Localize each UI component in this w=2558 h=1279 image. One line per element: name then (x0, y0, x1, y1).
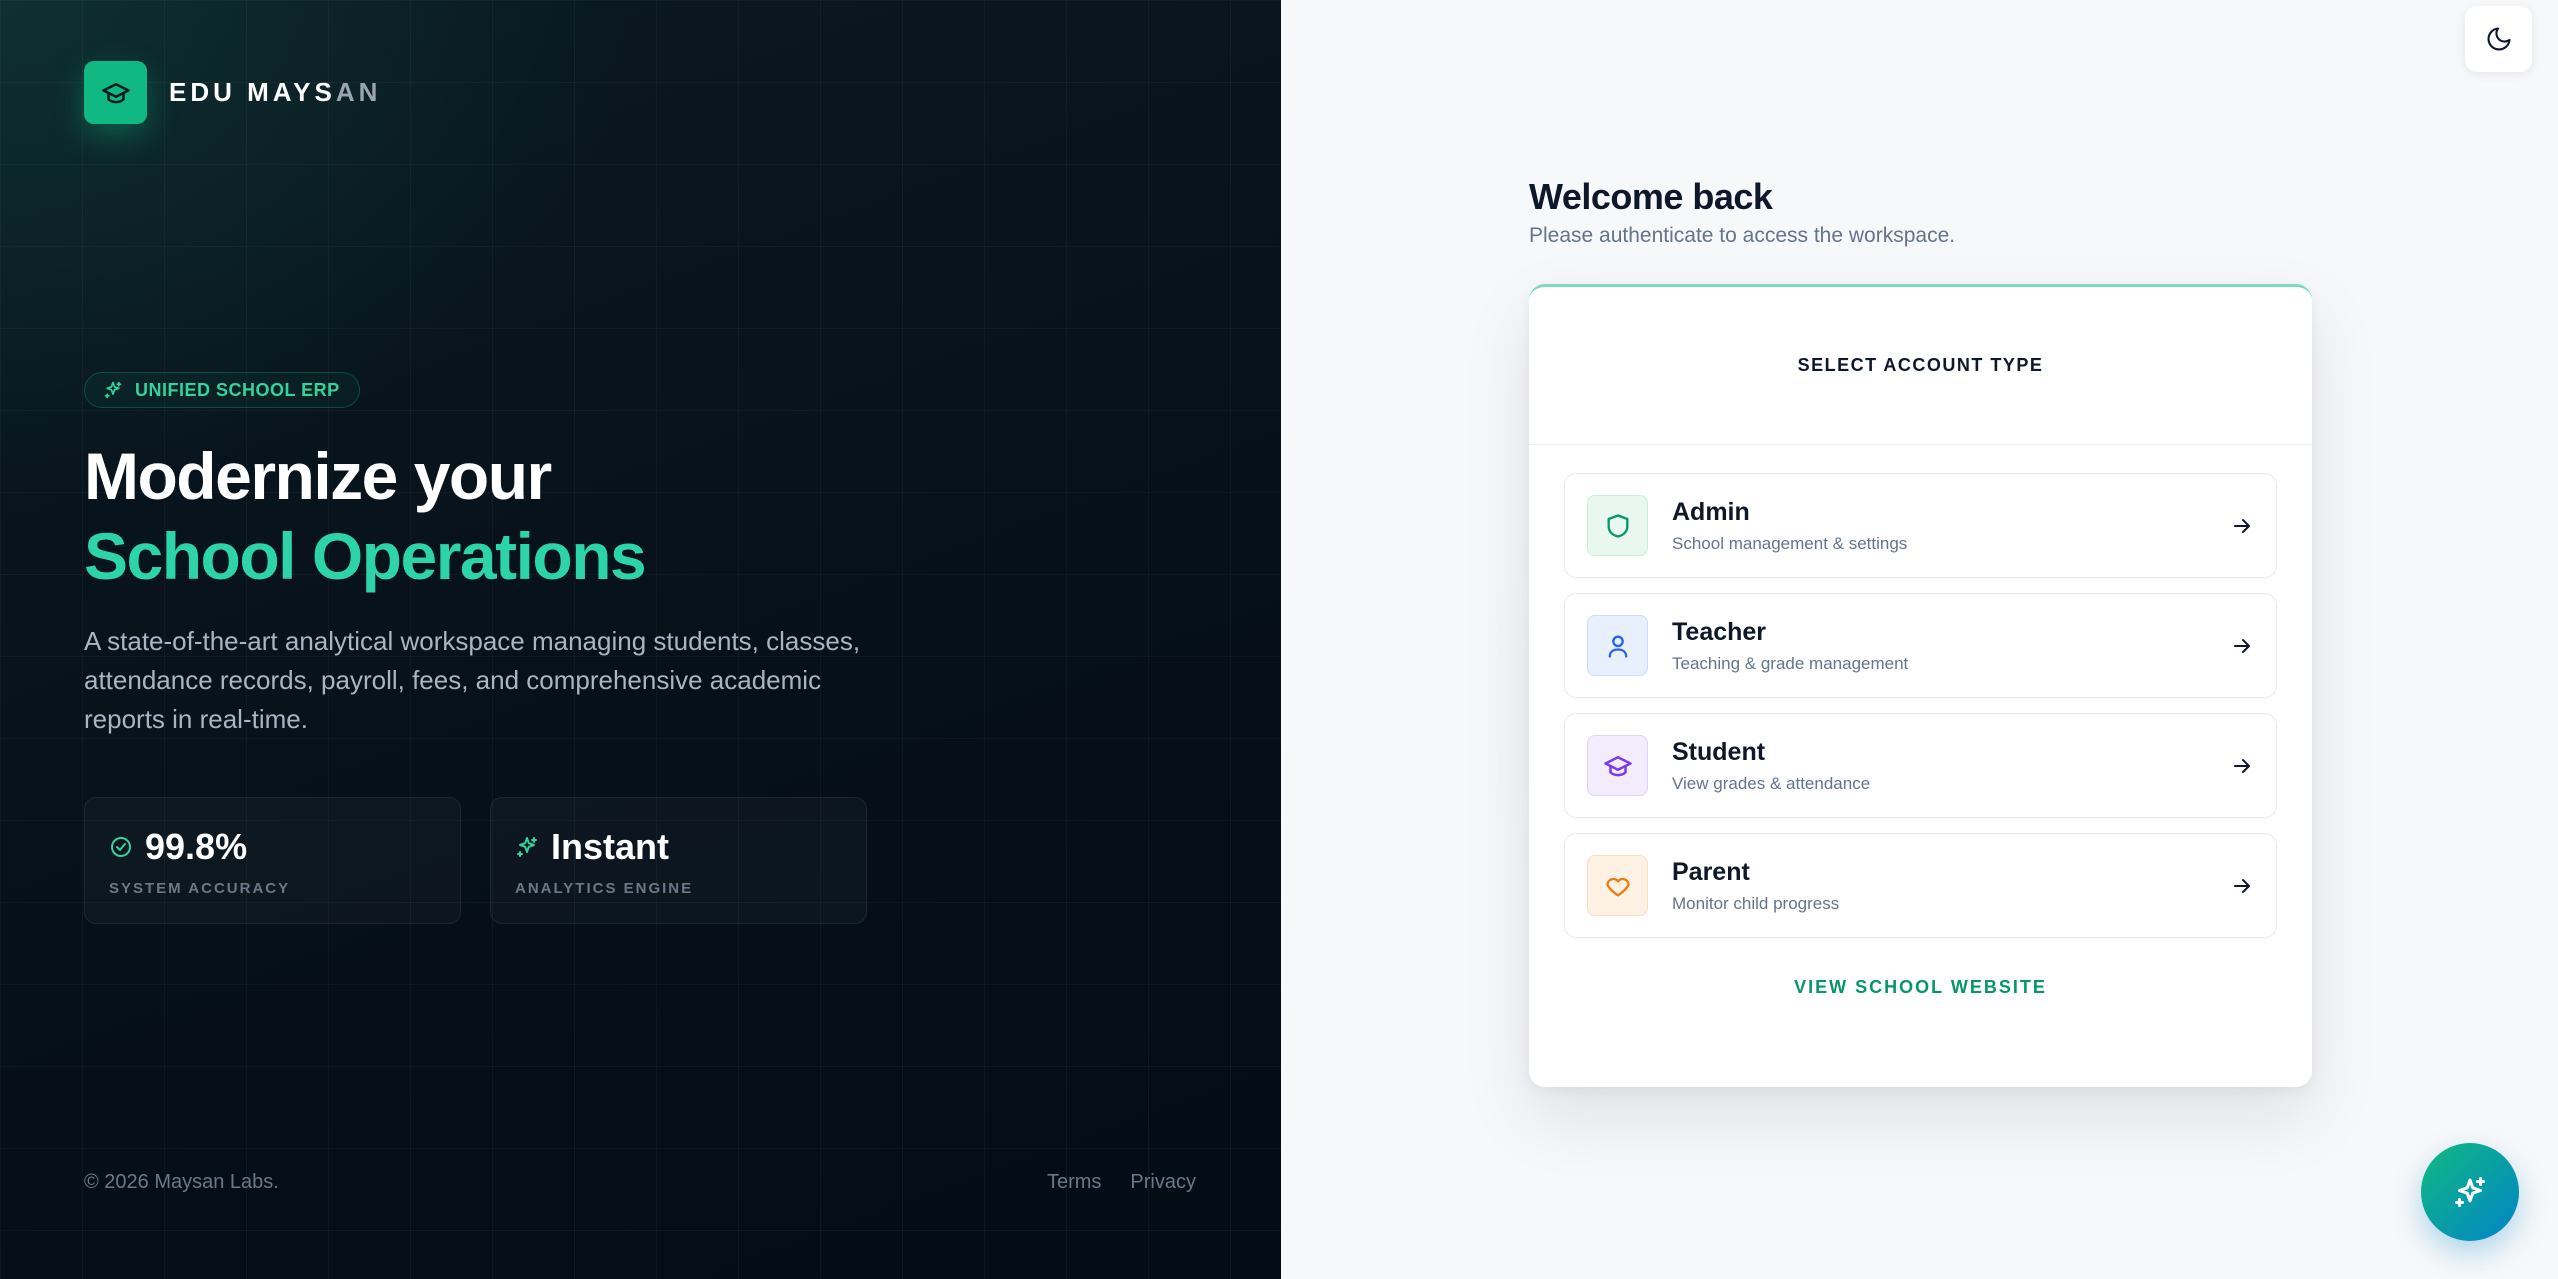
sparkles-icon (517, 837, 537, 857)
ai-assistant-button[interactable] (2421, 1143, 2519, 1241)
brand-name: EDU MAYSAN (169, 77, 382, 107)
hero-panel: EDU MAYSAN UNIFIED SCHOOL ERP Modernize … (0, 0, 1281, 1279)
stat-value: 99.8% (145, 826, 248, 867)
role-desc: School management & settings (1672, 533, 1908, 553)
headline-line-2: School Operations (84, 519, 647, 593)
hero-description: A state-of-the-art analytical workspace … (84, 626, 861, 734)
view-school-website-link[interactable]: VIEW SCHOOL WEBSITE (1794, 977, 2047, 997)
footer-links: Terms Privacy (1047, 1171, 1196, 1194)
role-admin-button[interactable]: Admin School management & settings (1564, 473, 2277, 578)
account-type-card: SELECT ACCOUNT TYPE Admin School managem… (1529, 284, 2312, 1087)
role-list: Admin School management & settings Teach… (1529, 445, 2312, 938)
arrow-right-icon (2234, 758, 2250, 773)
arrow-right-icon (2234, 638, 2250, 653)
user-icon (1587, 615, 1648, 676)
copyright: © 2026 Maysan Labs. (84, 1171, 279, 1193)
role-title: Admin (1672, 497, 1750, 526)
moon-icon (2487, 27, 2511, 51)
stat-label: SYSTEM ACCURACY (109, 880, 291, 897)
heart-icon (1587, 855, 1648, 916)
arrow-right-icon (2234, 878, 2250, 893)
role-teacher-button[interactable]: Teacher Teaching & grade management (1564, 593, 2277, 698)
erp-badge: UNIFIED SCHOOL ERP (84, 372, 360, 408)
privacy-link[interactable]: Privacy (1130, 1171, 1196, 1194)
card-header: SELECT ACCOUNT TYPE (1529, 287, 2312, 445)
shield-icon (1587, 495, 1648, 556)
stat-card-analytics: Instant ANALYTICS ENGINE (490, 797, 867, 924)
sparkles-icon (2455, 1177, 2485, 1207)
role-title: Parent (1672, 857, 1750, 886)
arrow-right-icon (2234, 518, 2250, 533)
role-desc: Teaching & grade management (1672, 653, 1909, 673)
badge-text: UNIFIED SCHOOL ERP (135, 379, 340, 400)
sparkles-icon (104, 381, 122, 399)
role-title: Student (1672, 737, 1766, 766)
terms-link[interactable]: Terms (1047, 1171, 1101, 1194)
stat-value: Instant (551, 826, 670, 867)
headline-line-1: Modernize your (84, 439, 552, 513)
stat-card-accuracy: 99.8% SYSTEM ACCURACY (84, 797, 461, 924)
role-desc: View grades & attendance (1672, 773, 1871, 793)
role-title: Teacher (1672, 617, 1767, 646)
brand[interactable]: EDU MAYSAN (84, 61, 381, 124)
check-circle-icon (111, 837, 131, 857)
welcome-subtitle: Please authenticate to access the worksp… (1529, 224, 1956, 247)
graduation-cap-icon (84, 61, 147, 124)
theme-toggle-button[interactable] (2465, 6, 2532, 72)
welcome-title: Welcome back (1529, 176, 1773, 217)
card-heading: SELECT ACCOUNT TYPE (1797, 355, 2044, 375)
stat-label: ANALYTICS ENGINE (515, 880, 694, 897)
role-parent-button[interactable]: Parent Monitor child progress (1564, 833, 2277, 938)
graduation-cap-icon (1587, 735, 1648, 796)
role-desc: Monitor child progress (1672, 893, 1840, 913)
hero-headline: Modernize your School Operations (84, 436, 647, 596)
role-student-button[interactable]: Student View grades & attendance (1564, 713, 2277, 818)
